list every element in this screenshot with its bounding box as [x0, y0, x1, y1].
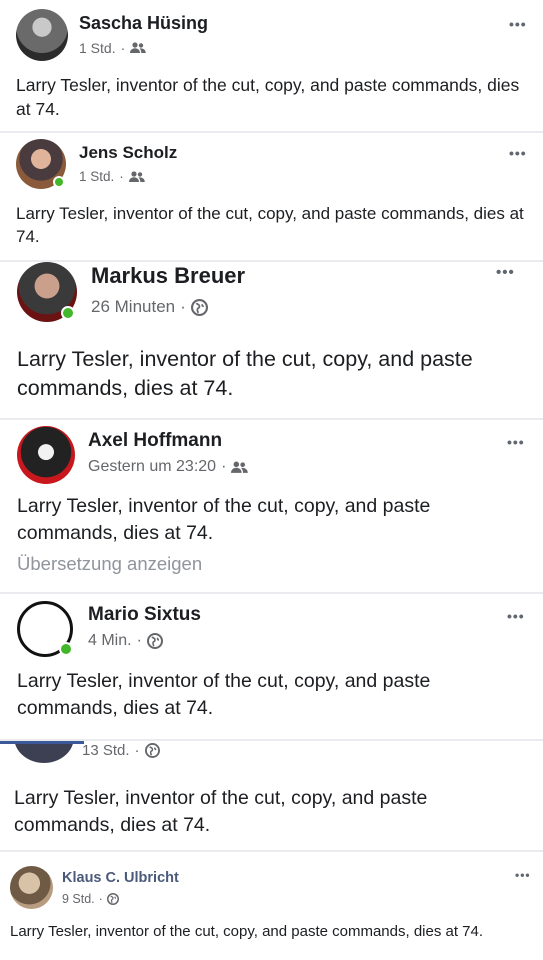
post-meta: 4 Min. ·: [88, 632, 163, 650]
post-time[interactable]: 13 Std.: [82, 742, 130, 759]
post-time[interactable]: 9 Std.: [62, 892, 95, 906]
meta-separator: ·: [134, 742, 140, 759]
translate-link[interactable]: Übersetzung anzeigen: [17, 553, 202, 575]
post-time[interactable]: 26 Minuten: [91, 297, 175, 317]
more-options-button[interactable]: •••: [507, 608, 525, 624]
post-meta: Gestern um 23:20 ·: [88, 458, 249, 476]
online-indicator: [59, 642, 73, 656]
online-indicator: [53, 176, 65, 188]
post-time[interactable]: 1 Std.: [79, 169, 114, 184]
avatar[interactable]: [10, 866, 53, 909]
author-name[interactable]: Markus Breuer: [91, 263, 245, 289]
post-time[interactable]: 1 Std.: [79, 40, 116, 56]
friends-icon: [128, 170, 145, 182]
post-meta: 13 Std. ·: [82, 742, 160, 759]
post-meta: 9 Std. ·: [62, 892, 119, 906]
meta-separator: ·: [136, 632, 142, 649]
author-name[interactable]: Sascha Hüsing: [79, 13, 208, 34]
avatar[interactable]: [16, 9, 68, 61]
friends-icon: [130, 42, 147, 53]
post-card: Jens Scholz 1 Std. · ••• Larry Tesler, i…: [0, 133, 543, 260]
author-name[interactable]: Axel Hoffmann: [88, 430, 222, 452]
meta-separator: ·: [120, 40, 126, 56]
post-text: Larry Tesler, inventor of the cut, copy,…: [17, 347, 473, 400]
globe-icon: [106, 893, 119, 905]
more-options-button[interactable]: •••: [515, 868, 531, 882]
post-card: Klaus C. Ulbricht 9 Std. · ••• Larry Tes…: [0, 852, 543, 960]
avatar[interactable]: [14, 741, 74, 763]
more-options-button[interactable]: •••: [507, 434, 525, 450]
meta-separator: ·: [221, 458, 227, 475]
avatar-edge-line: [0, 741, 84, 744]
post-card: Axel Hoffmann Gestern um 23:20 · ••• Lar…: [0, 420, 543, 592]
post-card: Markus Breuer 26 Minuten · ••• Larry Tes…: [0, 262, 543, 418]
post-text: Larry Tesler, inventor of the cut, copy,…: [17, 495, 431, 544]
more-options-button[interactable]: •••: [509, 145, 527, 161]
globe-icon: [144, 743, 160, 758]
globe-icon: [146, 633, 163, 649]
author-name[interactable]: Jens Scholz: [79, 143, 177, 163]
friends-icon: [231, 461, 249, 473]
author-name[interactable]: Klaus C. Ulbricht: [62, 870, 179, 886]
post-card: 13 Std. · Larry Tesler, inventor of the …: [0, 741, 543, 850]
globe-icon: [190, 298, 208, 316]
post-meta: 1 Std. ·: [79, 40, 147, 56]
avatar[interactable]: [17, 426, 75, 484]
meta-separator: ·: [180, 297, 186, 316]
more-options-button[interactable]: •••: [496, 264, 515, 281]
online-indicator: [61, 306, 75, 320]
post-text: Larry Tesler, inventor of the cut, copy,…: [16, 75, 520, 119]
meta-separator: ·: [98, 892, 103, 906]
post-text: Larry Tesler, inventor of the cut, copy,…: [16, 204, 524, 246]
post-text: Larry Tesler, inventor of the cut, copy,…: [14, 787, 428, 836]
post-card: Sascha Hüsing 1 Std. · ••• Larry Tesler,…: [0, 0, 543, 131]
post-time[interactable]: 4 Min.: [88, 632, 132, 650]
post-card: Mario Sixtus 4 Min. · ••• Larry Tesler, …: [0, 594, 543, 739]
post-text: Larry Tesler, inventor of the cut, copy,…: [17, 670, 431, 719]
author-name[interactable]: Mario Sixtus: [88, 604, 201, 626]
post-meta: 1 Std. ·: [79, 169, 145, 184]
post-meta: 26 Minuten ·: [91, 297, 208, 317]
post-text: Larry Tesler, inventor of the cut, copy,…: [10, 923, 484, 940]
meta-separator: ·: [119, 169, 124, 184]
more-options-button[interactable]: •••: [509, 16, 527, 32]
post-time[interactable]: Gestern um 23:20: [88, 458, 216, 476]
